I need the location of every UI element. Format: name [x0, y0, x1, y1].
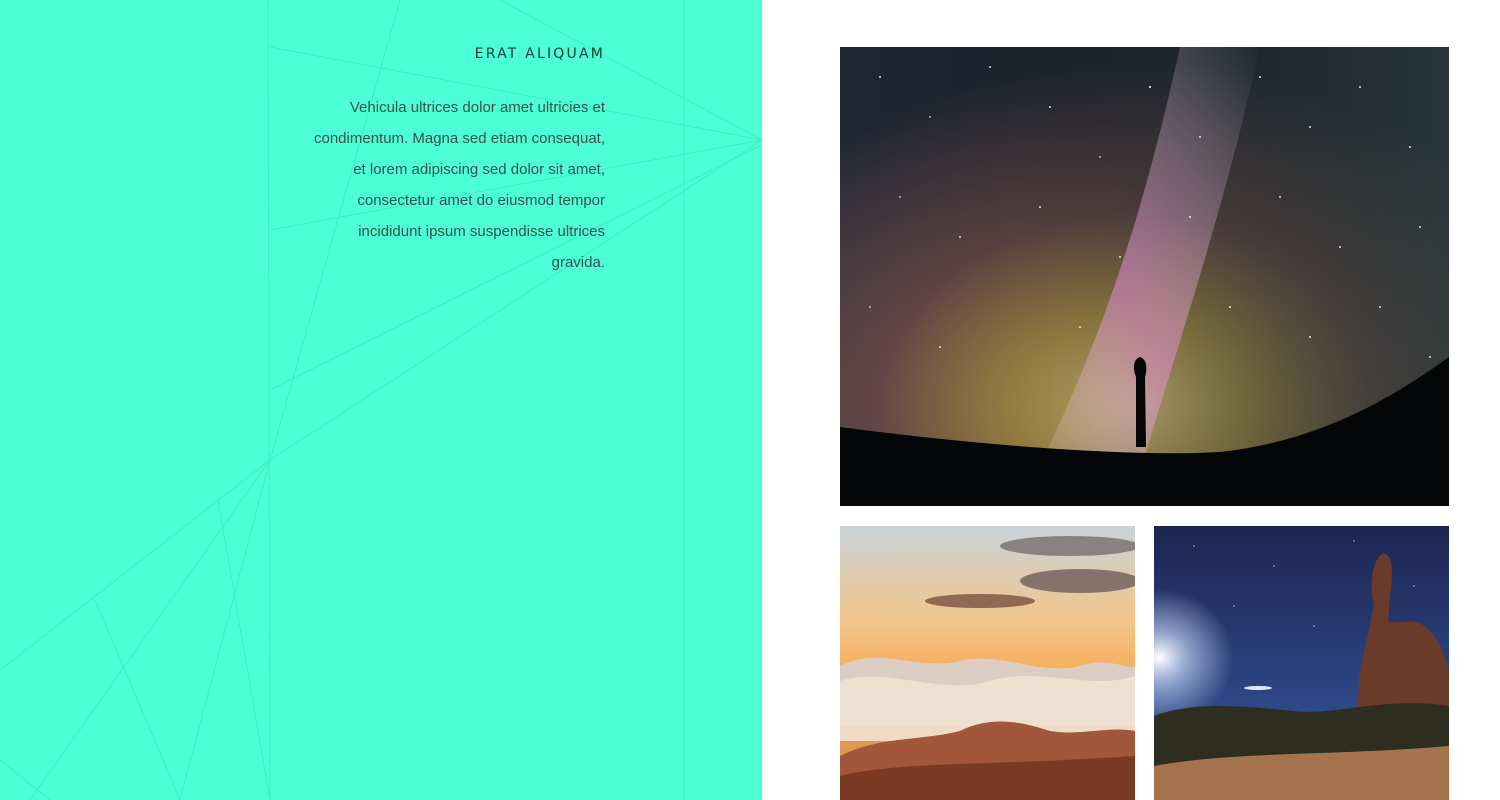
- left-panel: ERAT ALIQUAM Vehicula ultrices dolor ame…: [0, 0, 762, 800]
- section-heading: ERAT ALIQUAM: [474, 46, 605, 62]
- image-gallery: [762, 0, 1500, 800]
- text-block: ERAT ALIQUAM Vehicula ultrices dolor ame…: [305, 46, 605, 278]
- milky-way-silhouette-image[interactable]: [840, 47, 1449, 506]
- night-rock-arch-image[interactable]: [1154, 526, 1449, 800]
- sunset-mountain-clouds-image[interactable]: [840, 526, 1135, 800]
- section-body-text: Vehicula ultrices dolor amet ultricies e…: [314, 99, 605, 271]
